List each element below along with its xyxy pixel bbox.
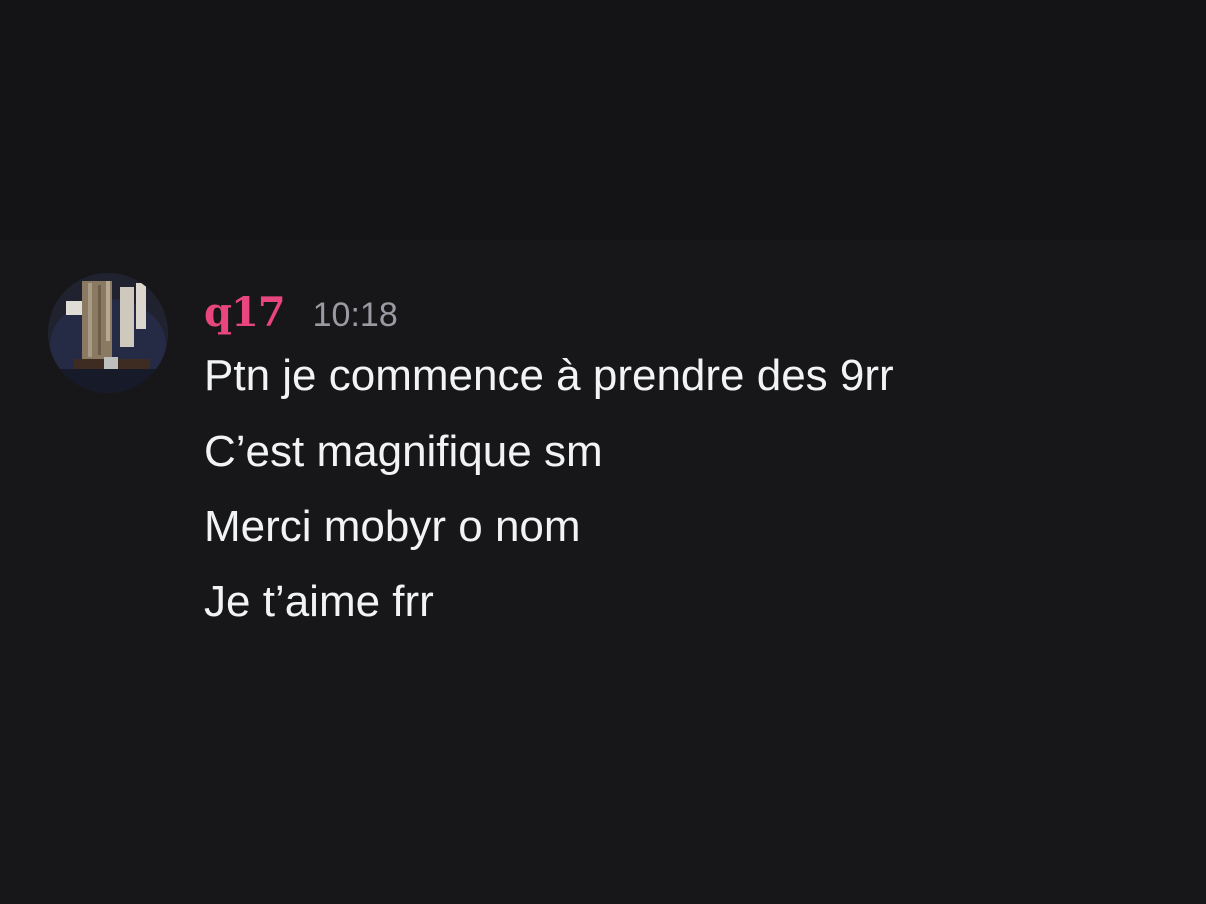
message-text: Ptn je commence à prendre des 9rr [204,351,894,400]
avatar-image [48,273,168,393]
chat-screen: q17 10:18 Ptn je commence à prendre des … [0,0,1206,904]
message-text: Je t’aime frr [204,577,434,626]
username[interactable]: q17 [204,288,286,338]
message-text: Merci mobyr o nom [204,502,581,551]
avatar[interactable] [48,273,168,393]
timestamp: 10:18 [312,296,398,334]
chat-empty-area [0,0,1206,240]
message-text: C’est magnifique sm [204,427,603,476]
message-header: q17 10:18 [204,288,398,338]
message-group[interactable]: q17 10:18 Ptn je commence à prendre des … [0,240,1206,904]
